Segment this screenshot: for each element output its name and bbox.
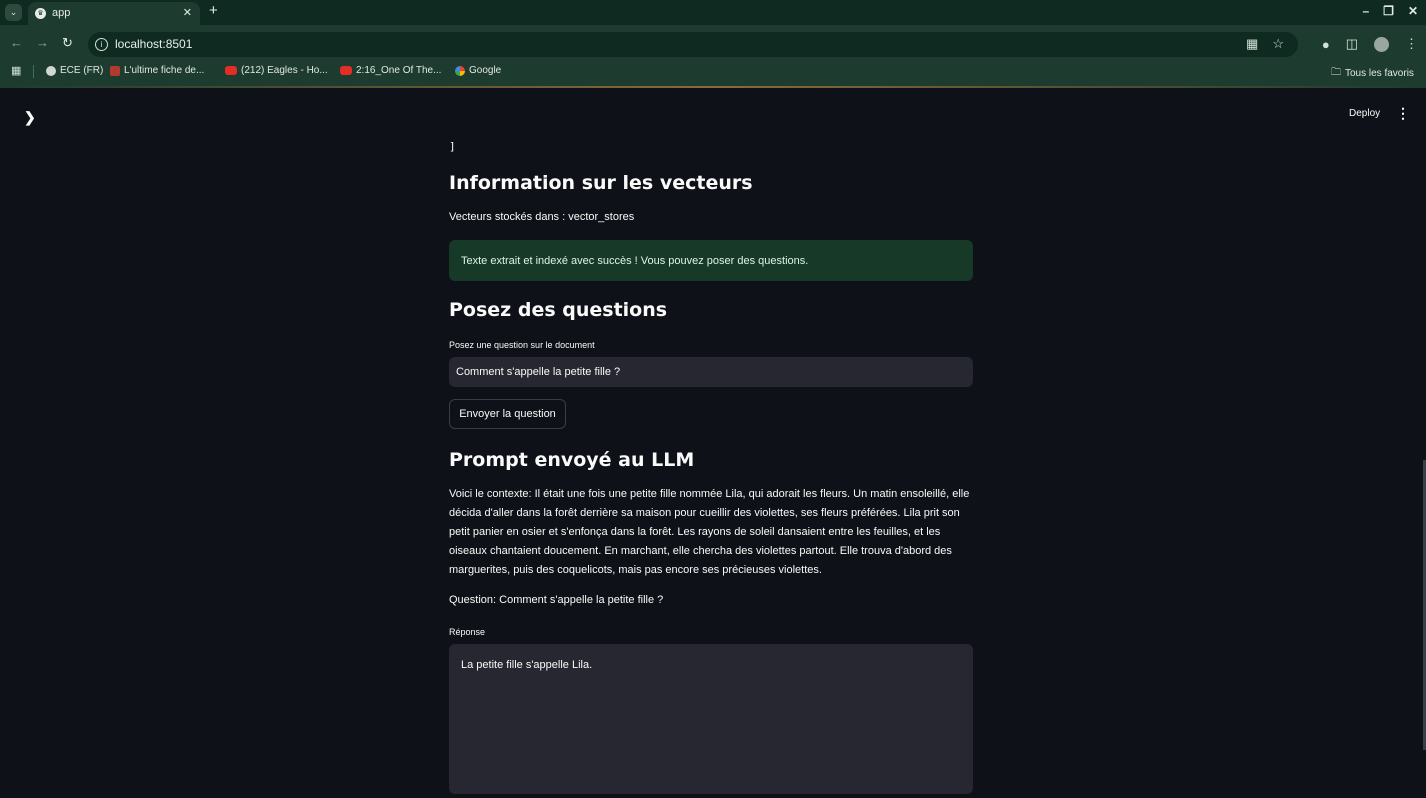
minimize-icon[interactable]: –	[1362, 4, 1369, 18]
sidebar-expand-icon[interactable]: ❯	[24, 109, 36, 126]
restore-icon[interactable]: ❐	[1383, 4, 1394, 18]
bookmark-item[interactable]: 2:16_One Of The...	[340, 65, 441, 76]
google-icon	[455, 65, 465, 76]
prompt-heading: Prompt envoyé au LLM	[449, 449, 695, 471]
questions-heading: Posez des questions	[449, 299, 668, 321]
back-icon[interactable]: ←	[10, 35, 23, 50]
tab-search-icon[interactable]: ⌄	[5, 4, 22, 21]
bookmark-label: L'ultime fiche de...	[124, 65, 205, 76]
prompt-question-text: Question: Comment s'appelle la petite fi…	[449, 594, 664, 606]
address-bar-actions: ▦ ☆	[1246, 36, 1284, 52]
question-input-label: Posez une question sur le document	[449, 340, 595, 350]
folder-icon	[110, 65, 120, 76]
chrome-divider	[0, 86, 1426, 88]
folder-outline-icon: 🗀	[1331, 67, 1341, 78]
browser-toolbar: ← → ↻ i localhost:8501 ▦ ☆ ● ◫ ⋮	[0, 30, 1426, 58]
json-output-tail: ]	[449, 140, 456, 153]
profile-avatar[interactable]	[1374, 36, 1389, 52]
tab-title: app	[52, 7, 71, 19]
reload-icon[interactable]: ↻	[62, 35, 73, 51]
bookmark-star-icon[interactable]: ☆	[1272, 36, 1284, 52]
bookmark-item[interactable]: ECE (FR)	[46, 65, 103, 76]
window-controls: – ❐ ✕	[1362, 4, 1418, 18]
tab-bar: ⌄ ♛ app ✕ + – ❐ ✕	[0, 0, 1426, 25]
new-tab-icon[interactable]: +	[209, 2, 218, 19]
response-textarea[interactable]: La petite fille s'appelle Lila.	[449, 644, 973, 794]
success-alert: Texte extrait et indexé avec succès ! Vo…	[449, 240, 973, 281]
bookmark-label: Google	[469, 65, 502, 76]
bookmarks-bar: ▦ ECE (FR) L'ultime fiche de... (212) Ea…	[0, 62, 1426, 82]
globe-icon	[46, 65, 56, 76]
url-text[interactable]: localhost:8501	[115, 37, 192, 51]
site-info-icon[interactable]: i	[95, 38, 108, 51]
prompt-context-text: Voici le contexte: Il était une fois une…	[449, 488, 970, 577]
youtube-icon	[340, 66, 352, 75]
address-bar[interactable]: i localhost:8501 ▦ ☆	[88, 32, 1298, 57]
toolbar-actions: ● ◫ ⋮	[1322, 36, 1418, 52]
deploy-button[interactable]: Deploy	[1349, 108, 1380, 119]
main-menu-icon[interactable]: ⋮	[1396, 105, 1410, 122]
close-tab-icon[interactable]: ✕	[183, 6, 192, 19]
bookmark-label: 2:16_One Of The...	[356, 65, 442, 76]
all-bookmarks[interactable]: 🗀 Tous les favoris	[1331, 65, 1414, 82]
microphone-icon[interactable]: ●	[1322, 37, 1330, 52]
response-label: Réponse	[449, 627, 486, 637]
youtube-icon	[225, 66, 237, 75]
forward-icon[interactable]: →	[36, 35, 49, 50]
all-bookmarks-label: Tous les favoris	[1345, 68, 1414, 79]
close-window-icon[interactable]: ✕	[1408, 4, 1418, 18]
bookmark-item[interactable]: Google	[455, 65, 501, 76]
bookmarks-divider	[33, 65, 34, 78]
translate-icon[interactable]: ▦	[1246, 36, 1258, 52]
browser-tab[interactable]: ♛ app ✕	[28, 2, 200, 25]
send-question-button[interactable]: Envoyer la question	[449, 399, 566, 429]
question-input[interactable]	[449, 357, 973, 387]
vectors-storage-text: Vecteurs stockés dans : vector_stores	[449, 211, 635, 223]
success-message: Texte extrait et indexé avec succès ! Vo…	[461, 255, 809, 267]
vectors-heading: Information sur les vecteurs	[449, 172, 753, 194]
extensions-icon[interactable]: ◫	[1346, 36, 1358, 52]
streamlit-favicon-icon: ♛	[35, 8, 46, 19]
bookmark-label: (212) Eagles - Ho...	[241, 65, 328, 76]
bookmark-label: ECE (FR)	[60, 65, 104, 76]
apps-grid-icon[interactable]: ▦	[11, 64, 21, 77]
bookmark-item[interactable]: L'ultime fiche de...	[110, 65, 204, 76]
browser-menu-icon[interactable]: ⋮	[1405, 36, 1418, 52]
browser-chrome: ⌄ ♛ app ✕ + – ❐ ✕ ← → ↻ i localhost:8501…	[0, 0, 1426, 88]
bookmark-item[interactable]: (212) Eagles - Ho...	[225, 65, 328, 76]
